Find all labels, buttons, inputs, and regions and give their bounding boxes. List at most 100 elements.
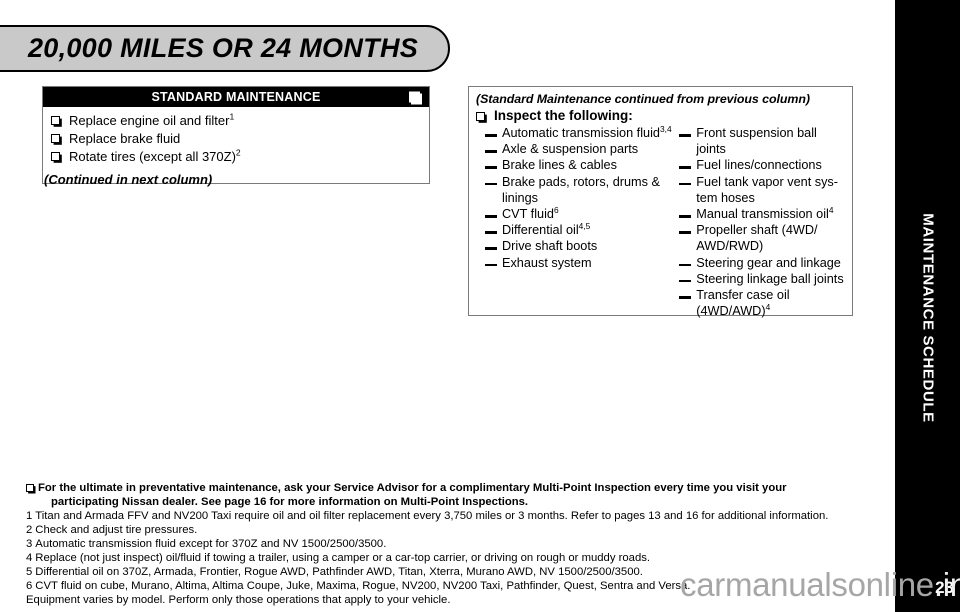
footnote-marker: 2 xyxy=(235,147,241,158)
standard-maintenance-header-title: STANDARD MAINTENANCE xyxy=(151,90,321,104)
footnote-marker: 4 xyxy=(828,204,834,215)
list-item-label: Rotate tires (except all 370Z)2 xyxy=(69,147,241,164)
list-item: Brake lines & cables xyxy=(485,157,673,173)
dash-checkbox-icon[interactable] xyxy=(485,134,497,137)
dash-checkbox-icon[interactable] xyxy=(679,215,692,218)
dash-checkbox-icon[interactable] xyxy=(485,215,497,218)
footnote-number: 2 xyxy=(26,524,33,536)
list-item-label: Replace brake fluid xyxy=(69,131,181,146)
list-item: Replace engine oil and filter1 xyxy=(51,112,429,129)
list-item: Fuel tank vapor vent sys- tem hoses xyxy=(679,174,844,206)
inspect-items-left-column: Automatic transmission fluid3,4 Axle & su… xyxy=(476,125,673,319)
inspect-items-right-column: Front suspension ball joints Fuel lines/c… xyxy=(673,125,844,319)
list-item: Fuel lines/connections xyxy=(679,157,844,173)
list-item-label: Steering linkage ball joints xyxy=(696,271,844,286)
footnote-text: Differential oil on 370Z, Armada, Fronti… xyxy=(35,566,643,578)
footnote-lead-text: For the ultimate in preventative mainten… xyxy=(38,482,787,509)
manual-page: 20,000 MILES OR 24 MONTHS STANDARD MAINT… xyxy=(0,0,960,612)
list-item-label: Brake pads, rotors, drums & linings xyxy=(502,174,660,205)
inspect-the-following-row: Inspect the following: xyxy=(476,108,844,123)
list-item-label: Front suspension ball joints xyxy=(696,126,817,157)
list-item-label: Manual transmission oil4 xyxy=(696,204,834,222)
dash-checkbox-icon[interactable] xyxy=(679,134,692,137)
list-item: Differential oil4,5 xyxy=(485,222,673,238)
list-item-label: Differential oil4,5 xyxy=(502,220,591,238)
watermark-text: carmanualsonline xyxy=(680,566,934,603)
list-item: Axle & suspension parts xyxy=(485,141,673,157)
checkbox-icon[interactable] xyxy=(51,152,60,161)
dash-checkbox-icon[interactable] xyxy=(679,296,692,299)
footnote-marker: 6 xyxy=(553,204,559,215)
list-item: CVT fluid6 xyxy=(485,206,673,222)
footnote-text: Replace (not just inspect) oil/fluid if … xyxy=(35,552,651,564)
checkbox-icon[interactable] xyxy=(51,116,60,125)
dash-checkbox-icon[interactable] xyxy=(679,231,692,234)
standard-maintenance-panel: STANDARD MAINTENANCE Replace engine oil … xyxy=(42,86,430,187)
list-item-label: Exhaust system xyxy=(502,255,592,270)
list-item: Replace brake fluid xyxy=(51,130,429,147)
footnote-text: Check and adjust tire pressures. xyxy=(35,524,198,536)
continued-in-next-column-note: (Continued in next column) xyxy=(44,172,213,187)
list-item: Exhaust system xyxy=(485,255,673,271)
list-item: Steering linkage ball joints xyxy=(679,271,844,287)
dash-checkbox-icon[interactable] xyxy=(679,263,692,267)
list-item-label: Transfer case oil (4WD/AWD)4 xyxy=(696,288,790,319)
footnote-item: 4 Replace (not just inspect) oil/fluid if… xyxy=(26,551,856,565)
footnote-marker: 1 xyxy=(229,111,235,122)
list-item-label: Steering gear and linkage xyxy=(696,255,841,270)
watermark: carmanualsonline.info xyxy=(680,566,960,604)
footnote-lead: For the ultimate in preventative mainten… xyxy=(26,482,856,509)
list-item: Manual transmission oil4 xyxy=(679,206,844,222)
dash-checkbox-icon[interactable] xyxy=(679,279,692,283)
list-item-label: CVT fluid6 xyxy=(502,204,559,222)
checkbox-icon xyxy=(409,91,420,103)
checkbox-icon xyxy=(476,112,485,121)
list-item: Rotate tires (except all 370Z)2 xyxy=(51,148,429,165)
footnote-text: Automatic transmission fluid except for … xyxy=(35,538,387,550)
footnote-number: 6 xyxy=(26,580,33,592)
dash-checkbox-icon[interactable] xyxy=(679,182,692,186)
dash-checkbox-icon[interactable] xyxy=(679,166,692,169)
footnote-item: 2 Check and adjust tire pressures. xyxy=(26,523,856,537)
dash-checkbox-icon[interactable] xyxy=(485,150,497,153)
list-item: Front suspension ball joints xyxy=(679,125,844,157)
footnote-number: 4 xyxy=(26,552,33,564)
page-title: 20,000 MILES OR 24 MONTHS xyxy=(27,33,419,63)
list-item-label: Propeller shaft (4WD/ AWD/RWD) xyxy=(696,223,818,254)
dash-checkbox-icon[interactable] xyxy=(485,263,497,267)
footnote-number: 3 xyxy=(26,538,33,550)
list-item: Brake pads, rotors, drums & linings xyxy=(485,174,673,206)
dash-checkbox-icon[interactable] xyxy=(485,231,497,234)
page-title-banner: 20,000 MILES OR 24 MONTHS xyxy=(0,25,450,72)
dash-checkbox-icon[interactable] xyxy=(485,247,497,250)
list-item-label: Drive shaft boots xyxy=(502,239,598,254)
standard-maintenance-list: Replace engine oil and filter1 Replace br… xyxy=(43,107,429,165)
list-item-label: Automatic transmission fluid3,4 xyxy=(502,123,672,140)
continued-from-previous-column-note: (Standard Maintenance continued from pre… xyxy=(476,92,810,106)
footnote-lead-line1: For the ultimate in preventative mainten… xyxy=(38,482,787,494)
footnote-marker: 4,5 xyxy=(578,220,591,231)
list-item: Drive shaft boots xyxy=(485,238,673,254)
watermark-text-suffix: .info xyxy=(933,566,960,603)
dash-checkbox-icon[interactable] xyxy=(485,182,497,186)
footnote-number: 5 xyxy=(26,566,33,578)
list-item-label: Fuel lines/connections xyxy=(696,158,822,173)
footnote-text: Titan and Armada FFV and NV200 Taxi requ… xyxy=(35,510,829,522)
standard-maintenance-continued-panel: (Standard Maintenance continued from pre… xyxy=(468,86,853,319)
section-tab: MAINTENANCE SCHEDULE 23 xyxy=(895,0,960,612)
checkbox-icon[interactable] xyxy=(51,134,60,143)
standard-maintenance-header: STANDARD MAINTENANCE xyxy=(43,87,429,107)
list-item: Propeller shaft (4WD/ AWD/RWD) xyxy=(679,222,844,254)
footnote-text: CVT fluid on cube, Murano, Altima, Altim… xyxy=(35,580,691,592)
footnote-item: 3 Automatic transmission fluid except for… xyxy=(26,537,856,551)
footnote-lead-line2: participating Nissan dealer. See page 16… xyxy=(51,495,529,508)
footnote-marker: 4 xyxy=(765,302,771,312)
inspect-the-following-label: Inspect the following: xyxy=(494,108,633,123)
dash-checkbox-icon[interactable] xyxy=(485,166,497,169)
section-tab-label: MAINTENANCE SCHEDULE xyxy=(919,213,936,423)
list-item-label: Brake lines & cables xyxy=(502,158,617,173)
list-item-label: Axle & suspension parts xyxy=(502,142,639,157)
footnote-item: 1 Titan and Armada FFV and NV200 Taxi req… xyxy=(26,509,856,523)
list-item-label: Replace engine oil and filter1 xyxy=(69,111,235,128)
list-item: Automatic transmission fluid3,4 xyxy=(485,125,673,141)
